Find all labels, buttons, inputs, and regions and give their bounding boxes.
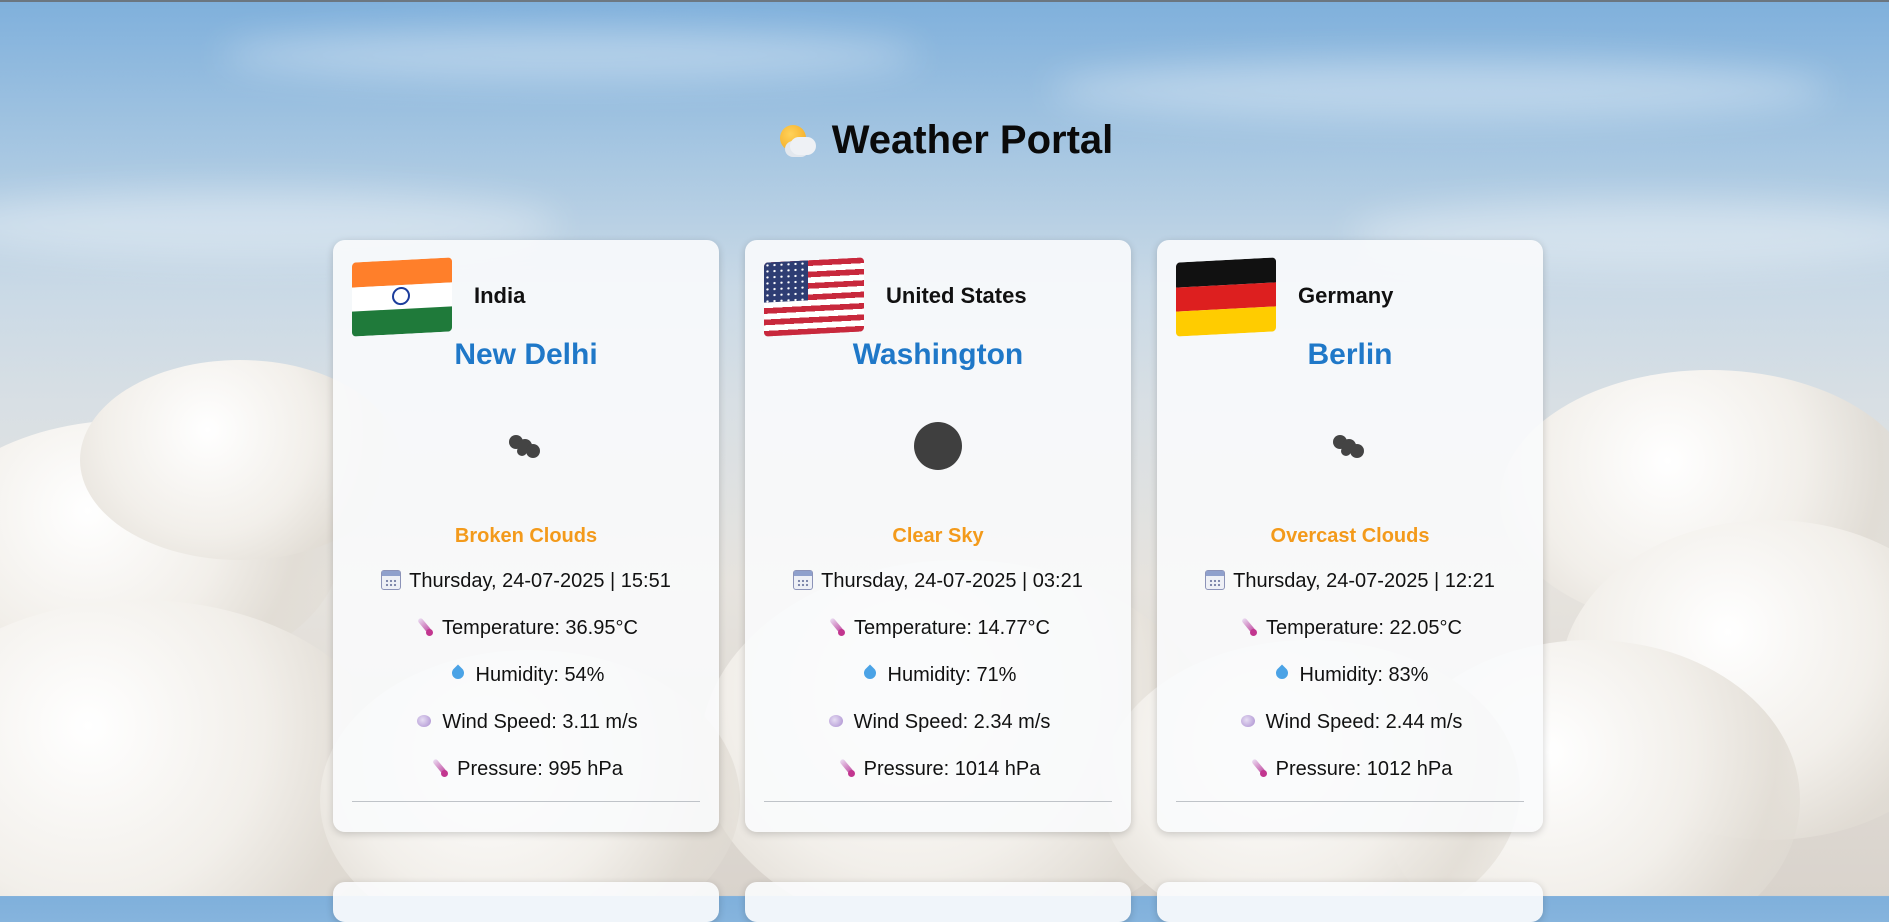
thermometer-icon (414, 617, 434, 637)
calendar-icon (381, 570, 402, 590)
weather-card-partial (333, 882, 719, 922)
humidity-text: Humidity: 54% (475, 664, 605, 686)
sun-behind-cloud-icon (776, 123, 816, 157)
card-divider (352, 801, 700, 802)
cloud-icon (1322, 418, 1378, 474)
weather-description: Broken Clouds (454, 525, 598, 547)
humidity-row: Humidity: 71% (745, 664, 1131, 687)
country-name: Germany (1298, 283, 1394, 308)
pressure-row: Pressure: 1012 hPa (1157, 758, 1543, 781)
weather-description: Clear Sky (892, 525, 984, 547)
pressure-row: Pressure: 1014 hPa (745, 758, 1131, 781)
droplet-icon (448, 664, 468, 684)
datetime-row: Thursday, 24-07-2025 | 03:21 (745, 570, 1131, 593)
temperature-row: Temperature: 22.05°C (1157, 617, 1543, 640)
wind-row: Wind Speed: 3.11 m/s (333, 711, 719, 734)
humidity-row: Humidity: 54% (333, 664, 719, 687)
clear-sky-icon (910, 418, 966, 474)
wind-row: Wind Speed: 2.34 m/s (745, 711, 1131, 734)
thermometer-icon (836, 758, 856, 778)
weather-card-partial (1157, 882, 1543, 922)
wind-row: Wind Speed: 2.44 m/s (1157, 711, 1543, 734)
page-title: Weather Portal (0, 118, 1889, 163)
datetime-row: Thursday, 24-07-2025 | 12:21 (1157, 570, 1543, 593)
country-name: India (474, 283, 526, 308)
datetime-text: Thursday, 24-07-2025 | 12:21 (1233, 570, 1495, 592)
thermometer-icon (429, 758, 449, 778)
germany-flag-icon (1176, 257, 1276, 337)
pressure-row: Pressure: 995 hPa (333, 758, 719, 781)
wind-text: Wind Speed: 2.34 m/s (853, 711, 1051, 733)
wind-icon (1238, 711, 1258, 731)
datetime-row: Thursday, 24-07-2025 | 15:51 (333, 570, 719, 593)
humidity-text: Humidity: 71% (887, 664, 1017, 686)
pressure-text: Pressure: 995 hPa (457, 758, 623, 780)
temperature-text: Temperature: 22.05°C (1266, 617, 1462, 639)
card-divider (1176, 801, 1524, 802)
wind-text: Wind Speed: 3.11 m/s (442, 711, 638, 733)
calendar-icon (793, 570, 814, 590)
india-flag-icon (352, 257, 452, 337)
droplet-icon (1272, 664, 1292, 684)
pressure-text: Pressure: 1014 hPa (863, 758, 1041, 780)
humidity-text: Humidity: 83% (1299, 664, 1429, 686)
wind-text: Wind Speed: 2.44 m/s (1265, 711, 1463, 733)
calendar-icon (1205, 570, 1226, 590)
temperature-text: Temperature: 14.77°C (854, 617, 1050, 639)
thermometer-icon (1248, 758, 1268, 778)
page-title-text: Weather Portal (831, 118, 1114, 162)
card-divider (764, 801, 1112, 802)
thermometer-icon (826, 617, 846, 637)
wind-icon (826, 711, 846, 731)
city-name: Berlin (1307, 338, 1393, 371)
wind-icon (414, 711, 434, 731)
pressure-text: Pressure: 1012 hPa (1275, 758, 1453, 780)
datetime-text: Thursday, 24-07-2025 | 15:51 (409, 570, 671, 592)
country-name: United States (886, 283, 1027, 308)
city-name: New Delhi (454, 338, 598, 371)
weather-description: Overcast Clouds (1270, 525, 1430, 547)
city-name: Washington (852, 338, 1024, 371)
weather-card-india: India New Delhi Broken Clouds Thursday, … (333, 240, 719, 832)
temperature-row: Temperature: 14.77°C (745, 617, 1131, 640)
datetime-text: Thursday, 24-07-2025 | 03:21 (821, 570, 1083, 592)
united-states-flag-icon (764, 257, 864, 337)
thermometer-icon (1238, 617, 1258, 637)
droplet-icon (860, 664, 880, 684)
temperature-text: Temperature: 36.95°C (442, 617, 638, 639)
weather-card-partial (745, 882, 1131, 922)
temperature-row: Temperature: 36.95°C (333, 617, 719, 640)
cloud-icon (498, 418, 554, 474)
humidity-row: Humidity: 83% (1157, 664, 1543, 687)
weather-card-united-states: United States Washington Clear Sky Thurs… (745, 240, 1131, 832)
weather-card-germany: Germany Berlin Overcast Clouds Thursday,… (1157, 240, 1543, 832)
